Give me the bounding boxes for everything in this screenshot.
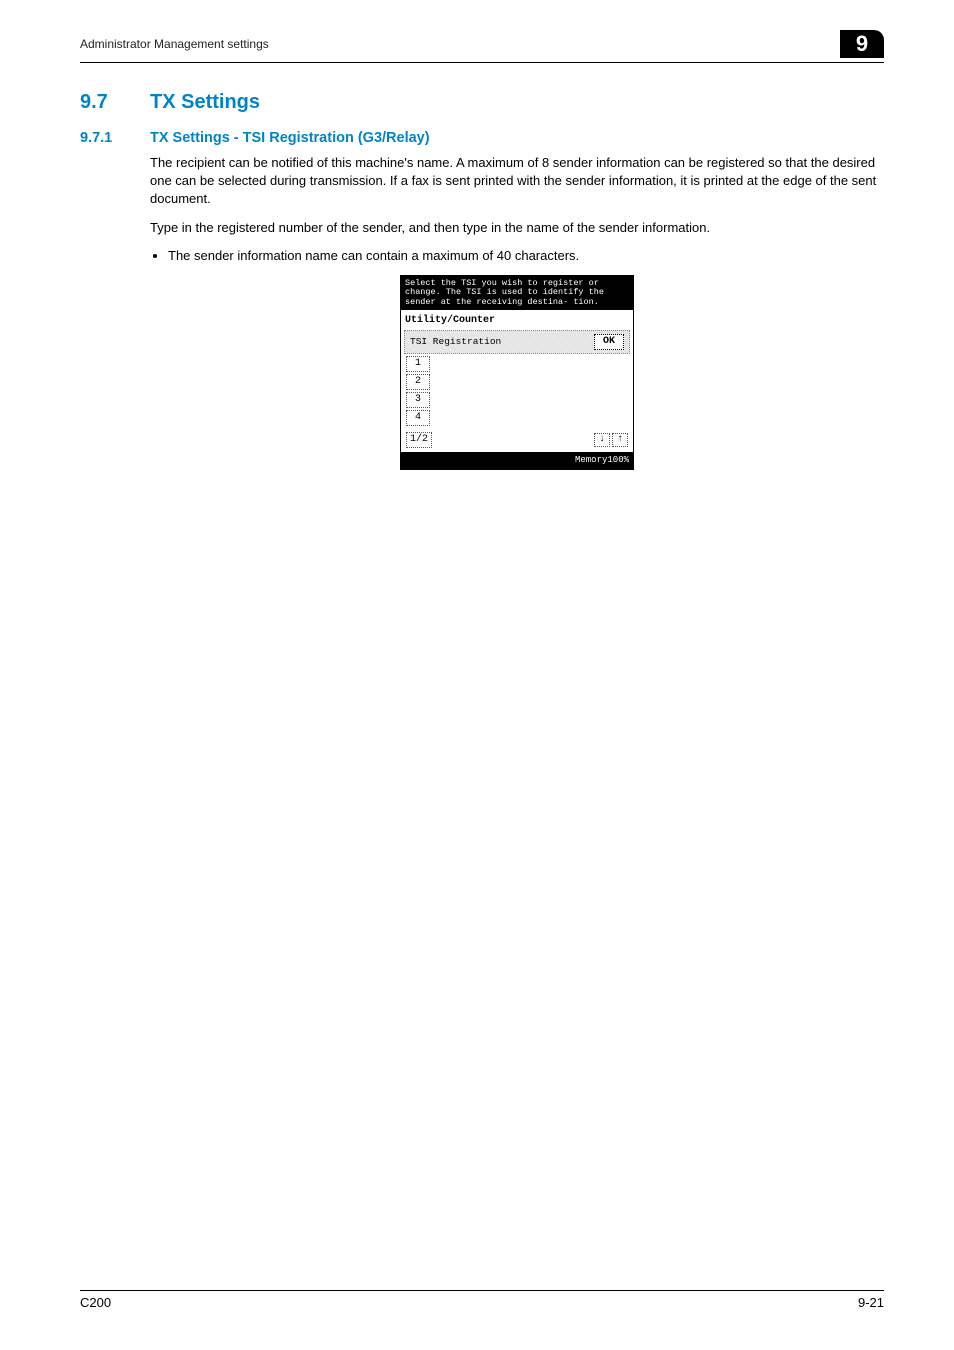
ok-button[interactable]: OK	[594, 334, 624, 350]
dialog-title: TSI Registration	[410, 335, 501, 348]
tsi-slot-3[interactable]: 3	[406, 392, 430, 408]
subsection-heading: 9.7.1 TX Settings - TSI Registration (G3…	[80, 130, 884, 146]
section-heading: 9.7 TX Settings	[80, 91, 884, 114]
paragraph: Type in the registered number of the sen…	[150, 219, 884, 237]
bullet-item: The sender information name can contain …	[168, 247, 884, 265]
tsi-slot-4[interactable]: 4	[406, 410, 430, 426]
dialog-nav: 1/2 ↓ ↑	[401, 430, 633, 452]
section-number: 9.7	[80, 91, 150, 114]
page-indicator: 1/2	[406, 432, 432, 448]
page-footer: C200 9-21	[80, 1290, 884, 1310]
chapter-badge: 9	[840, 30, 884, 58]
footer-model: C200	[80, 1295, 111, 1310]
tsi-slot-1[interactable]: 1	[406, 356, 430, 372]
embedded-screenshot: Select the TSI you wish to register or c…	[150, 275, 884, 470]
section-title: TX Settings	[150, 91, 260, 114]
tsi-item-list: 1 2 3 4	[401, 356, 633, 430]
subsection-number: 9.7.1	[80, 130, 150, 146]
bullet-list: The sender information name can contain …	[150, 247, 884, 265]
tsi-slot-2[interactable]: 2	[406, 374, 430, 390]
page-container: Administrator Management settings 9 9.7 …	[0, 0, 954, 1350]
body-content: The recipient can be notified of this ma…	[150, 154, 884, 470]
tsi-registration-dialog: Select the TSI you wish to register or c…	[400, 275, 634, 470]
dialog-instruction: Select the TSI you wish to register or c…	[401, 276, 633, 310]
arrow-down-icon[interactable]: ↓	[594, 433, 610, 447]
dialog-titlebar: TSI Registration OK	[404, 330, 630, 354]
arrow-up-icon[interactable]: ↑	[612, 433, 628, 447]
header-text: Administrator Management settings	[80, 37, 269, 51]
page-header: Administrator Management settings 9	[80, 30, 884, 63]
dialog-breadcrumb: Utility/Counter	[401, 310, 633, 330]
memory-status: Memory100%	[401, 452, 633, 469]
subsection-title: TX Settings - TSI Registration (G3/Relay…	[150, 130, 430, 146]
footer-page-number: 9-21	[858, 1295, 884, 1310]
paragraph: The recipient can be notified of this ma…	[150, 154, 884, 209]
